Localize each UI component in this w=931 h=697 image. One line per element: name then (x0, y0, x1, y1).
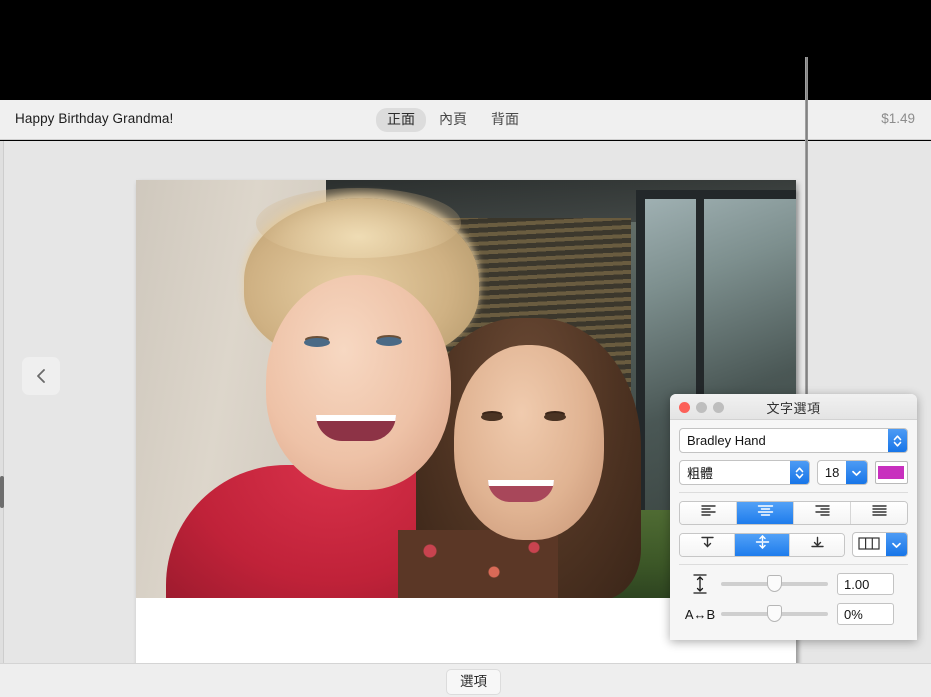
tab-inside[interactable]: 內頁 (428, 108, 478, 132)
panel-titlebar[interactable]: 文字選項 (670, 394, 917, 420)
line-spacing-slider[interactable] (721, 582, 828, 586)
align-middle-button[interactable] (735, 534, 790, 556)
align-justify-button[interactable] (851, 502, 907, 524)
photo-girl-eye-right (544, 413, 566, 421)
tab-front[interactable]: 正面 (376, 108, 426, 132)
align-justify-icon (871, 504, 888, 522)
font-family-select[interactable]: Bradley Hand (679, 428, 908, 453)
canvas-left-edge (0, 141, 4, 663)
vertical-scrollbar-thumb[interactable] (0, 476, 4, 508)
align-right-button[interactable] (794, 502, 851, 524)
font-style-stepper-icon[interactable] (790, 461, 809, 484)
columns-chevron-down-icon[interactable] (886, 533, 907, 556)
horizontal-alignment-row (679, 501, 908, 525)
line-spacing-row: 1.00 (679, 573, 908, 595)
page-title: Happy Birthday Grandma! (15, 111, 173, 126)
horizontal-alignment-group (679, 501, 908, 525)
font-size-select[interactable]: 18 (817, 460, 868, 485)
photo-girl-eye-left (481, 413, 503, 421)
tab-back[interactable]: 背面 (480, 108, 530, 132)
columns-select[interactable] (852, 532, 908, 557)
photo-grandmother-eye-left (304, 338, 330, 347)
panel-body: Bradley Hand 粗體 (670, 420, 917, 625)
columns-value (853, 533, 886, 556)
vertical-alignment-group (679, 533, 845, 557)
align-bottom-button[interactable] (790, 534, 844, 556)
black-background-area (0, 0, 931, 100)
divider-2 (679, 564, 908, 565)
vertical-divider-line (805, 57, 808, 402)
photo-girl-face (454, 345, 604, 540)
chevron-down-icon[interactable] (846, 461, 867, 484)
character-spacing-row: A↔B 0% (679, 603, 908, 625)
character-spacing-icon: A↔B (679, 607, 721, 622)
previous-card-button[interactable] (22, 357, 60, 395)
line-height-icon (679, 573, 721, 595)
photo-girl-dress (398, 530, 558, 598)
character-spacing-value[interactable]: 0% (837, 603, 894, 625)
font-style-value: 粗體 (680, 461, 790, 484)
toolbar: Happy Birthday Grandma! 正面 內頁 背面 $1.49 (0, 100, 931, 140)
font-family-row: Bradley Hand (679, 428, 908, 453)
align-center-button[interactable] (737, 502, 794, 524)
options-button[interactable]: 選項 (446, 669, 501, 695)
align-middle-icon (754, 535, 771, 554)
font-family-value: Bradley Hand (680, 429, 888, 452)
align-left-button[interactable] (680, 502, 737, 524)
columns-icon (858, 537, 880, 553)
line-spacing-value[interactable]: 1.00 (837, 573, 894, 595)
align-center-icon (757, 504, 774, 522)
chevron-left-icon (35, 367, 48, 385)
card-side-tabs: 正面 內頁 背面 (376, 108, 530, 132)
character-spacing-slider-knob[interactable] (767, 605, 782, 622)
character-spacing-slider[interactable] (721, 612, 828, 616)
photo-grandmother-face (266, 275, 451, 490)
photo-grandmother-hair-highlight (256, 188, 461, 258)
vertical-alignment-row (679, 532, 908, 557)
bottom-bar: 選項 (0, 663, 931, 697)
align-top-button[interactable] (680, 534, 735, 556)
photo-grandmother-eye-right (376, 337, 402, 346)
divider (679, 492, 908, 493)
text-color-chip (878, 466, 904, 479)
panel-title: 文字選項 (670, 398, 917, 417)
text-color-swatch[interactable] (875, 461, 908, 484)
font-style-select[interactable]: 粗體 (679, 460, 810, 485)
price-label: $1.49 (881, 111, 915, 126)
line-spacing-slider-knob[interactable] (767, 575, 782, 592)
font-style-row: 粗體 18 (679, 460, 908, 485)
align-bottom-icon (809, 535, 826, 554)
font-size-value: 18 (818, 461, 846, 484)
align-top-icon (699, 535, 716, 554)
text-options-panel: 文字選項 Bradley Hand 粗體 (670, 394, 917, 640)
align-left-icon (700, 504, 717, 522)
font-family-stepper-icon[interactable] (888, 429, 907, 452)
align-right-icon (814, 504, 831, 522)
